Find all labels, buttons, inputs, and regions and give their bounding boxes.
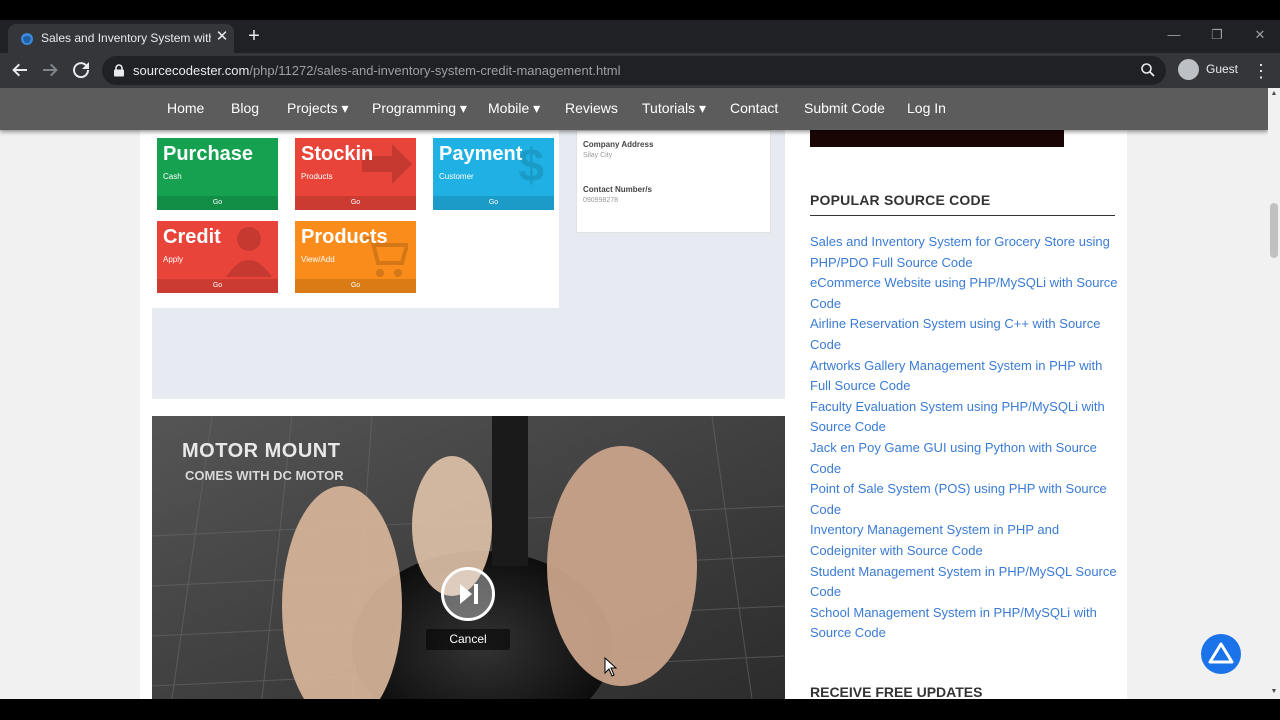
tile-subtitle: Apply (163, 255, 184, 264)
payment-tile: $ Payment Customer Go (433, 138, 554, 210)
popular-link[interactable]: Inventory Management System in PHP and C… (810, 520, 1120, 561)
new-tab-button[interactable]: + (244, 26, 264, 46)
forward-icon[interactable] (38, 58, 62, 82)
popular-link[interactable]: Point of Sale System (POS) using PHP wit… (810, 479, 1120, 520)
url-host: sourcecodester.com (133, 63, 250, 78)
tile-title: Products (301, 226, 388, 248)
profile-label: Guest (1206, 62, 1239, 76)
tab-title: Sales and Inventory System with (41, 31, 211, 45)
play-next-button[interactable] (441, 567, 495, 621)
nav-tutorials[interactable]: Tutorials ▾ (642, 100, 706, 117)
video-subtitle: COMES WITH DC MOTOR (185, 468, 344, 483)
page-scrollbar[interactable]: ▲ ▼ (1268, 88, 1280, 699)
url-text: sourcecodester.com/php/11272/sales-and-i… (133, 63, 621, 78)
tile-title: Payment (439, 143, 523, 165)
back-to-top-button[interactable] (1201, 634, 1241, 674)
stockin-tile: Stockin Products Go (295, 138, 416, 210)
main-content: Purchase Cash Go Stockin Products Go $ P… (140, 130, 1127, 699)
browser-tab[interactable]: Sales and Inventory System with ✕ (8, 24, 234, 53)
back-icon[interactable] (8, 58, 32, 82)
ad-banner (810, 130, 1064, 147)
tile-go: Go (433, 196, 554, 210)
tile-title: Stockin (301, 143, 374, 165)
tile-go: Go (295, 279, 416, 293)
popular-source-code-heading: POPULAR SOURCE CODE (810, 192, 1115, 216)
address-value: Silay City (583, 152, 613, 159)
tile-title: Credit (163, 226, 221, 248)
address-label: Company Address (583, 140, 654, 149)
dashboard-panel: Purchase Cash Go Stockin Products Go $ P… (152, 130, 559, 308)
nav-programming[interactable]: Programming ▾ (372, 100, 467, 117)
profile-icon (1178, 59, 1199, 80)
tile-subtitle: Customer (439, 172, 474, 181)
site-favicon-icon (21, 33, 33, 45)
products-tile: Products View/Add Go (295, 221, 416, 293)
screen: Sales and Inventory System with ✕ + — ❐ … (0, 0, 1280, 720)
popular-link[interactable]: Student Management System in PHP/MySQL S… (810, 562, 1120, 603)
scroll-down-icon[interactable]: ▼ (1268, 688, 1280, 695)
contact-label: Contact Number/s (583, 185, 652, 194)
video-title: MOTOR MOUNT (182, 440, 341, 462)
restore-button[interactable]: ❐ (1204, 24, 1230, 46)
skip-next-icon (460, 584, 478, 604)
tile-go: Go (157, 196, 278, 210)
scroll-up-icon[interactable]: ▲ (1268, 90, 1280, 97)
nav-submit-code[interactable]: Submit Code (804, 100, 885, 116)
close-window-button[interactable]: ✕ (1247, 24, 1273, 46)
popular-link[interactable]: Artworks Gallery Management System in PH… (810, 356, 1120, 397)
user-icon (226, 227, 272, 277)
company-info-box: Company Address Silay City Contact Numbe… (576, 130, 771, 233)
tab-close-icon[interactable]: ✕ (213, 28, 231, 46)
mouse-cursor-icon (604, 657, 618, 677)
tile-subtitle: Cash (163, 172, 182, 181)
cancel-button[interactable]: Cancel (426, 629, 510, 650)
nav-mobile[interactable]: Mobile ▾ (488, 100, 540, 117)
credit-tile: Credit Apply Go (157, 221, 278, 293)
triangle-up-icon (1208, 642, 1234, 664)
scrollbar-thumb[interactable] (1270, 203, 1278, 258)
tile-go: Go (157, 279, 278, 293)
tile-go: Go (295, 196, 416, 210)
address-bar[interactable]: sourcecodester.com/php/11272/sales-and-i… (102, 56, 1166, 85)
tab-strip: Sales and Inventory System with ✕ + — ❐ … (0, 20, 1280, 53)
web-page: Home Blog Projects ▾ Programming ▾ Mobil… (0, 88, 1268, 699)
video-player[interactable]: MOTOR MOUNT COMES WITH DC MOTOR Cancel (152, 416, 785, 699)
nav-contact[interactable]: Contact (730, 100, 778, 116)
contact-value: 090998278 (583, 197, 619, 204)
lock-icon (114, 64, 124, 77)
url-path: /php/11272/sales-and-inventory-system-cr… (249, 63, 621, 78)
reload-icon[interactable] (69, 58, 93, 82)
browser-toolbar: sourcecodester.com/php/11272/sales-and-i… (0, 53, 1280, 88)
menu-icon[interactable]: ⋮ (1252, 59, 1270, 83)
tile-subtitle: View/Add (301, 255, 335, 264)
popular-link[interactable]: Sales and Inventory System for Grocery S… (810, 232, 1120, 273)
nav-blog[interactable]: Blog (231, 100, 259, 116)
tile-title: Purchase (163, 143, 254, 165)
popular-source-code-list: Sales and Inventory System for Grocery S… (810, 232, 1120, 644)
nav-projects[interactable]: Projects ▾ (287, 100, 349, 117)
popular-link[interactable]: School Management System in PHP/MySQLi w… (810, 603, 1120, 644)
zoom-icon[interactable] (1140, 62, 1156, 78)
popular-link[interactable]: Jack en Poy Game GUI using Python with S… (810, 438, 1120, 479)
popular-link[interactable]: Airline Reservation System using C++ wit… (810, 314, 1120, 355)
receive-updates-heading: RECEIVE FREE UPDATES (810, 684, 983, 699)
nav-reviews[interactable]: Reviews (565, 100, 618, 116)
nav-log-in[interactable]: Log In (907, 100, 946, 116)
nav-home[interactable]: Home (167, 100, 204, 116)
purchase-tile: Purchase Cash Go (157, 138, 278, 210)
tile-subtitle: Products (301, 172, 333, 181)
minimize-button[interactable]: — (1161, 24, 1187, 46)
site-navigation: Home Blog Projects ▾ Programming ▾ Mobil… (0, 88, 1268, 130)
popular-link[interactable]: Faculty Evaluation System using PHP/MySQ… (810, 397, 1120, 438)
popular-link[interactable]: eCommerce Website using PHP/MySQLi with … (810, 273, 1120, 314)
app-screenshot-image: Purchase Cash Go Stockin Products Go $ P… (152, 130, 785, 399)
